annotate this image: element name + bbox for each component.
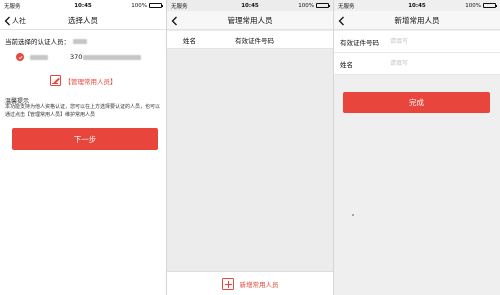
id-number-input[interactable] <box>390 38 460 45</box>
chevron-left-icon <box>338 16 344 25</box>
id-number-label: 有效证件号码 <box>340 38 379 47</box>
column-id-number: 有效证件号码 <box>235 36 274 45</box>
add-person-label: 新增常用人员 <box>239 280 279 289</box>
nav-bar: 新增常用人员 <box>334 11 500 30</box>
scroll-dot <box>352 214 354 216</box>
page-title: 管理常用人员 <box>227 15 273 25</box>
person-id-number: 370 <box>70 53 83 61</box>
clock: 10:45 <box>74 2 92 9</box>
done-button[interactable]: 完成 <box>343 92 490 113</box>
blurred-name <box>73 38 87 44</box>
edit-icon <box>49 75 61 86</box>
screen-select-person: 无服务 10:45 100% 人社 选择人员 当前选择的认证人员： 370 【管… <box>0 0 166 295</box>
tips-text: 本功能支持为他人资格认证，您可以在上方选择要认证的人员，也可以通过点击【管理常用… <box>5 104 161 118</box>
back-button[interactable] <box>338 11 345 30</box>
name-label: 姓名 <box>340 60 353 69</box>
checked-icon[interactable] <box>16 53 24 61</box>
nav-bar: 人社 选择人员 <box>0 11 166 30</box>
column-name: 姓名 <box>183 36 196 45</box>
clock: 10:45 <box>408 2 426 9</box>
battery-icon <box>316 3 330 8</box>
status-bar: 无服务 10:45 100% <box>0 0 166 11</box>
plus-icon <box>221 277 234 290</box>
blurred-id-digits <box>83 54 142 60</box>
back-button[interactable]: 人社 <box>4 11 26 30</box>
current-person-label: 当前选择的认证人员： <box>5 38 70 46</box>
page-title: 选择人员 <box>68 15 98 25</box>
current-person-line: 当前选择的认证人员： <box>5 36 87 46</box>
nav-bar: 管理常用人员 <box>167 11 333 30</box>
blurred-person-name <box>30 54 48 60</box>
add-person-form: 有效证件号码 姓名 <box>334 31 500 75</box>
battery-icon <box>149 3 163 8</box>
page-title: 新增常用人员 <box>394 15 440 25</box>
person-row[interactable]: 370 <box>16 51 160 63</box>
battery-icon <box>483 3 497 8</box>
list-header: 姓名 有效证件号码 <box>167 31 333 49</box>
screen-add-person: 无服务 10:45 100% 新增常用人员 有效证件号码 姓名 完成 <box>334 0 500 295</box>
status-bar: 无服务 10:45 100% <box>334 0 500 11</box>
back-label: 人社 <box>12 16 26 25</box>
screen-manage-people: 无服务 10:45 100% 管理常用人员 姓名 有效证件号码 新增常用人员 <box>167 0 333 295</box>
manage-link-label: 【管理常用人员】 <box>64 77 117 86</box>
clock: 10:45 <box>241 2 259 9</box>
name-input[interactable] <box>390 60 460 67</box>
next-button[interactable]: 下一步 <box>12 128 158 150</box>
add-person-button[interactable]: 新增常用人员 <box>167 271 333 295</box>
chevron-left-icon <box>4 16 10 25</box>
status-bar: 无服务 10:45 100% <box>167 0 333 11</box>
name-row: 姓名 <box>334 53 500 75</box>
chevron-left-icon <box>171 16 177 25</box>
manage-people-link[interactable]: 【管理常用人员】 <box>0 75 166 86</box>
back-button[interactable] <box>171 11 178 30</box>
id-number-row: 有效证件号码 <box>334 31 500 53</box>
